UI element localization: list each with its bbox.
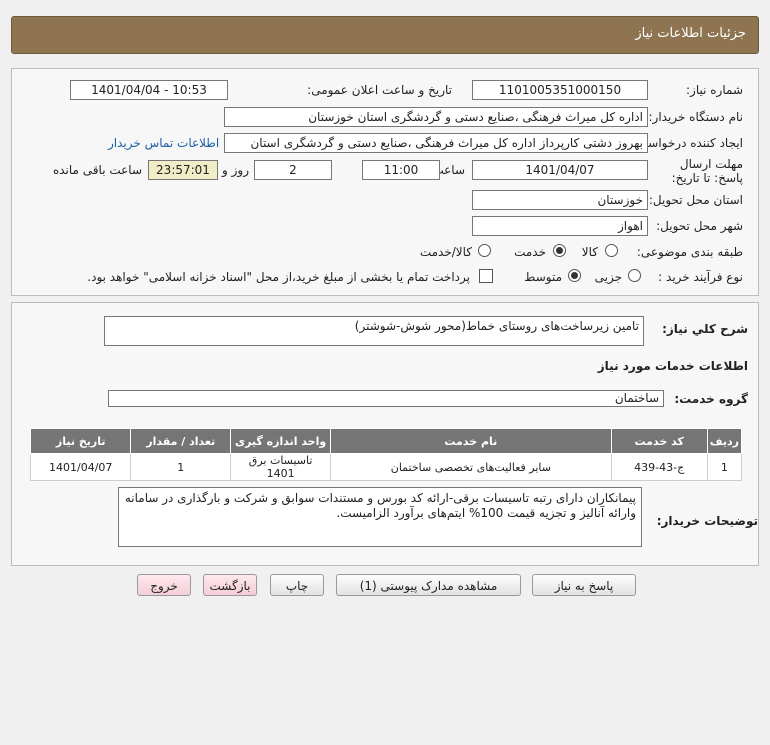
category-goods-service-radio[interactable] xyxy=(478,244,491,257)
need-number-field: 1101005351000150 xyxy=(472,80,648,100)
cell-service-name: سایر فعالیت‌های تخصصی ساختمان xyxy=(330,453,612,481)
buyer-org-label: نام دستگاه خریدار: xyxy=(648,110,744,124)
category-goods-radio[interactable] xyxy=(605,244,618,257)
treasury-checkbox[interactable] xyxy=(479,269,493,283)
page-header: جزئیات اطلاعات نیاز xyxy=(11,16,759,54)
services-heading: اطلاعات خدمات مورد نیاز xyxy=(597,359,748,373)
cell-service-code: ج-43-439 xyxy=(610,453,708,481)
deadline-time-field: 11:00 xyxy=(362,160,440,180)
info-panel xyxy=(11,68,759,296)
deadline-label: مهلت ارسال پاسخ: تا تاریخ: xyxy=(671,157,743,185)
services-table-header: ردیف کد خدمت نام خدمت واحد اندازه گیری ت… xyxy=(29,428,743,454)
treasury-note: پرداخت تمام یا بخشی از مبلغ خرید،از محل … xyxy=(87,270,470,284)
process-label: نوع فرآیند خرید : xyxy=(658,270,743,284)
category-goods-label: کالا xyxy=(581,245,598,259)
remaining-time-label: ساعت باقی مانده xyxy=(52,163,142,177)
col-service-code: کد خدمت xyxy=(610,428,708,454)
announce-date-label: تاریخ و ساعت اعلان عمومی: xyxy=(307,83,452,97)
days-field: 2 xyxy=(254,160,332,180)
category-service-radio[interactable] xyxy=(553,244,566,257)
remaining-time-field: 23:57:01 xyxy=(148,160,218,180)
deadline-date-field: 1401/04/07 xyxy=(472,160,648,180)
creator-label: ایجاد کننده درخواست: xyxy=(632,136,743,150)
province-field: خوزستان xyxy=(472,190,648,210)
page-title: جزئیات اطلاعات نیاز xyxy=(635,26,746,41)
col-quantity: تعداد / مقدار xyxy=(130,428,232,454)
cell-row-number: 1 xyxy=(706,453,743,481)
back-button[interactable]: بازگشت xyxy=(203,574,257,596)
print-button[interactable]: چاپ xyxy=(270,574,324,596)
cell-quantity: 1 xyxy=(130,453,232,481)
cell-unit: تاسیسات برق 1401 xyxy=(230,453,332,481)
buyer-org-field: اداره کل میراث فرهنگی ،صنایع دستی و گردش… xyxy=(224,107,648,127)
category-service-label: خدمت xyxy=(514,245,546,259)
view-attachments-button[interactable]: مشاهده مدارک پیوستی (1) xyxy=(336,574,521,596)
process-medium-label: متوسط xyxy=(524,270,562,284)
col-need-date: تاریخ نیاز xyxy=(29,428,132,454)
service-group-label: گروه خدمت: xyxy=(674,392,748,406)
announce-date-field: 1401/04/04 - 10:53 xyxy=(70,80,228,100)
need-number-label: شماره نیاز: xyxy=(686,83,743,97)
buyer-contact-link[interactable]: اطلاعات تماس خریدار xyxy=(108,136,219,150)
col-service-name: نام خدمت xyxy=(330,428,612,454)
creator-field: بهروز دشتی کارپرداز اداره کل میراث فرهنگ… xyxy=(224,133,648,153)
city-field: اهواز xyxy=(472,216,648,236)
col-row-number: ردیف xyxy=(706,428,743,454)
cell-need-date: 1401/04/07 xyxy=(29,453,132,481)
category-goods-service-label: کالا/خدمت xyxy=(419,245,472,259)
days-label: روز و xyxy=(222,163,249,177)
summary-field: تامین زیرساخت‌های روستای خماط(محور شوش-ش… xyxy=(104,316,644,346)
process-minor-label: جزیی xyxy=(594,270,622,284)
summary-label: شرح کلي نياز: xyxy=(662,322,748,336)
services-table: ردیف کد خدمت نام خدمت واحد اندازه گیری ت… xyxy=(29,428,743,481)
exit-button[interactable]: خروج xyxy=(137,574,191,596)
table-row: 1 ج-43-439 سایر فعالیت‌های تخصصی ساختمان… xyxy=(29,453,743,481)
province-label: استان محل تحویل: xyxy=(648,193,743,207)
process-medium-radio[interactable] xyxy=(568,269,581,282)
reply-button[interactable]: پاسخ به نیاز xyxy=(532,574,636,596)
col-unit: واحد اندازه گیری xyxy=(230,428,332,454)
city-label: شهر محل تحویل: xyxy=(656,219,743,233)
buyer-notes-field: پیمانکاران دارای رتبه تاسیسات برقی-ارائه… xyxy=(118,487,642,547)
process-minor-radio[interactable] xyxy=(628,269,641,282)
category-label: طبقه بندی موضوعی: xyxy=(636,245,743,259)
service-group-field: ساختمان xyxy=(108,390,664,407)
buyer-notes-label: توضیحات خریدار: xyxy=(656,514,758,528)
